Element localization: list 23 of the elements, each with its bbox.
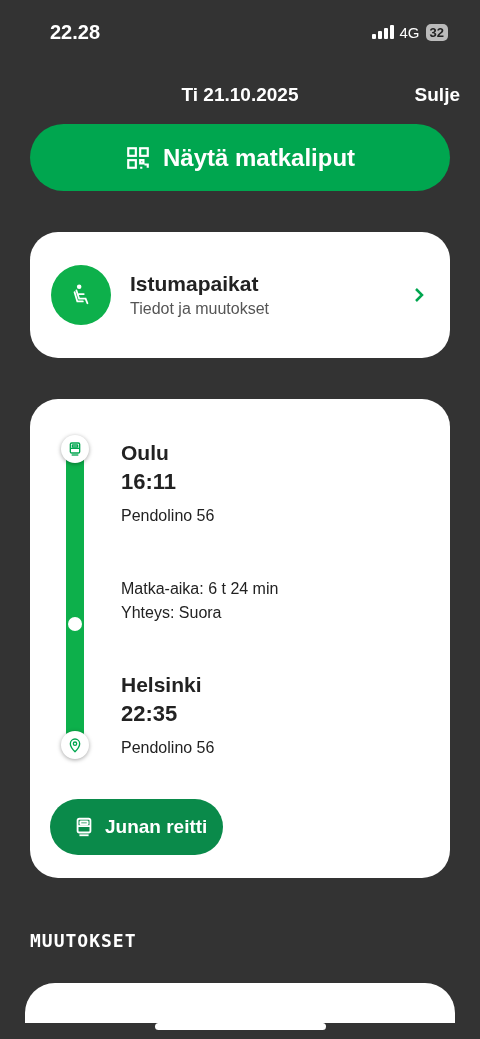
train-name: Pendolino 56 xyxy=(121,738,216,758)
departure-time: 16:11 xyxy=(121,468,178,496)
train-name: Pendolino 56 xyxy=(121,506,216,526)
clock: 22.28 xyxy=(50,20,101,44)
station-name: Helsinki xyxy=(121,672,203,698)
arrival-time: 22:35 xyxy=(121,700,179,728)
trip-info: Matka-aika: 6 t 24 min xyxy=(121,579,280,599)
seats-card[interactable]: Istumapaikat Tiedot ja muutokset xyxy=(30,232,450,358)
qr-code-icon xyxy=(124,144,151,171)
close-button[interactable]: Sulje xyxy=(414,84,460,106)
chevron-right-icon xyxy=(412,286,426,304)
signal-icon xyxy=(371,25,394,39)
network-type: 4G xyxy=(399,23,420,41)
trip-info: Yhteys: Suora xyxy=(121,603,223,623)
station-name: Oulu xyxy=(121,440,170,466)
location-pin-icon xyxy=(67,737,83,753)
seats-title: Istumapaikat xyxy=(130,272,260,296)
seats-subtitle: Tiedot ja muutokset xyxy=(130,300,271,318)
section-heading: MUUTOKSET xyxy=(30,930,138,951)
train-route-button[interactable]: Junan reitti xyxy=(50,799,224,855)
train-icon xyxy=(67,441,83,457)
battery-indicator: 32 xyxy=(425,23,448,41)
trip-date: Ti 21.10.2025 xyxy=(181,84,299,106)
